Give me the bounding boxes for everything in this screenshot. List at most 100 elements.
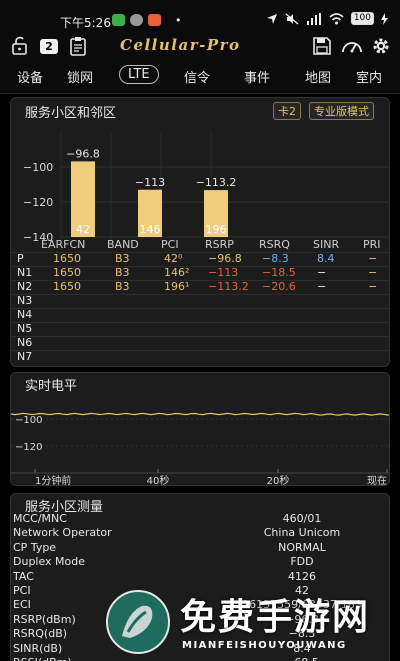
cell-label: N5	[17, 322, 33, 335]
cell-band: B3	[115, 252, 130, 265]
sim-slot-badge[interactable]: 2	[40, 39, 58, 54]
cell-pci: 196¹	[164, 280, 190, 293]
measurement-row: MCC/MNC 460/01	[11, 512, 389, 526]
column-header: RSRQ	[259, 238, 290, 251]
watermark-emblem-icon	[122, 605, 153, 638]
measurement-key: TAC	[13, 569, 34, 583]
status-right: 100	[266, 12, 388, 25]
cell-sinr: 8.4	[317, 252, 335, 265]
tab-map[interactable]: 地图	[305, 67, 331, 86]
column-header: SINR	[313, 238, 340, 251]
row-divider	[11, 308, 389, 309]
table-row[interactable]: P 1650 B3 42⁰ −96.8 −8.3 8.4 −	[11, 252, 389, 266]
tab-network-lock[interactable]: 锁网	[67, 67, 93, 86]
table-row[interactable]: N3	[11, 294, 389, 308]
app-notification-icon	[112, 14, 125, 26]
tab-events[interactable]: 事件	[244, 67, 270, 86]
table-row[interactable]: N6	[11, 336, 389, 350]
column-header: PRI	[363, 238, 381, 251]
measurement-key: RSSI(dBm)	[13, 656, 72, 661]
table-row[interactable]: N2 1650 B3 196¹ −113.2 −20.6 − −	[11, 280, 389, 294]
app-notification-icon-2	[148, 14, 161, 26]
sim-card-tag[interactable]: 卡2	[273, 102, 301, 120]
wifi-icon	[329, 12, 344, 24]
y-tick-label: −120	[23, 196, 53, 209]
rt-x-tick: 20秒	[267, 474, 290, 486]
cell-band: B3	[115, 266, 130, 279]
table-row[interactable]: N7	[11, 350, 389, 364]
column-header: RSRP	[205, 238, 234, 251]
pro-mode-tag[interactable]: 专业版模式	[309, 102, 374, 120]
tab-indoor[interactable]: 室内	[356, 67, 382, 86]
cell-pci: 146²	[164, 266, 190, 279]
cell-earfcn: 1650	[53, 266, 81, 279]
gear-icon[interactable]	[371, 36, 391, 56]
measurement-value: 460/01	[282, 512, 322, 525]
battery-indicator: 100	[350, 12, 374, 25]
bar-category-label: 42	[76, 223, 90, 236]
tab-bar: 设备 锁网 LTE 信令 事件 地图 室内	[0, 58, 400, 94]
message-icon	[130, 14, 143, 26]
measurement-key: RSRQ(dB)	[13, 627, 68, 641]
table-row[interactable]: N4	[11, 308, 389, 322]
save-icon[interactable]	[312, 36, 332, 56]
cell-label: N4	[17, 308, 33, 321]
bar-category-label: 196	[206, 223, 227, 236]
measurement-key: SINR(dB)	[13, 641, 63, 655]
rt-signal-line	[11, 412, 389, 416]
cell-pci: 42⁰	[164, 252, 183, 265]
serving-panel-title: 服务小区和邻区	[25, 106, 117, 121]
measurement-value: 4126	[288, 569, 316, 583]
cell-label: P	[17, 252, 24, 265]
signal-icon	[306, 12, 321, 25]
speedometer-icon[interactable]	[340, 36, 364, 56]
unlock-icon[interactable]	[10, 36, 30, 56]
bar-value-label: −113.2	[196, 176, 237, 189]
row-divider	[11, 322, 389, 323]
rt-x-tick: 40秒	[147, 474, 170, 486]
cell-pri: −	[368, 280, 378, 293]
measurement-key: CP Type	[13, 540, 57, 554]
bar-category-label: 146	[140, 223, 161, 236]
tab-signaling[interactable]: 信令	[184, 67, 210, 86]
measurement-key: RSRP(dBm)	[13, 612, 76, 626]
location-icon	[266, 13, 277, 24]
cell-rsrp: −96.8	[208, 252, 242, 265]
rt-x-tick: 现在	[367, 475, 387, 486]
measurement-row: Network Operator China Unicom	[11, 526, 389, 540]
row-divider	[11, 336, 389, 337]
rt-y-tick: −120	[15, 442, 42, 453]
measurement-key: Network Operator	[13, 526, 112, 540]
cell-table-header: EARFCN BAND PCI RSRP RSRQ SINR PRI	[11, 238, 389, 252]
cell-label: N3	[17, 294, 33, 307]
y-tick-label: −100	[23, 161, 53, 174]
cell-label: N7	[17, 350, 33, 363]
measurement-key: ECI	[13, 598, 31, 612]
watermark-logo	[106, 590, 170, 654]
measurement-key: PCI	[13, 584, 31, 597]
measurement-value: NORMAL	[278, 540, 326, 554]
cell-sinr: −	[317, 280, 327, 293]
table-row[interactable]: N1 1650 B3 146² −113 −18.5 − −	[11, 266, 389, 280]
cell-label: N6	[17, 336, 33, 349]
status-bar: 下午5:26 • 100	[0, 0, 400, 34]
watermark-text: 免费手游网	[180, 597, 371, 638]
table-row[interactable]: N5	[11, 322, 389, 336]
measurement-row: Duplex Mode FDD	[11, 555, 389, 569]
cell-earfcn: 1650	[53, 252, 81, 265]
toolbar: 2 Cellular-Pro	[0, 34, 400, 58]
cell-earfcn: 1650	[53, 280, 81, 293]
clipboard-icon[interactable]	[68, 36, 88, 56]
cell-rsrq: −8.3	[262, 252, 289, 265]
tab-lte[interactable]: LTE	[119, 65, 159, 84]
realtime-panel-title: 实时电平	[25, 379, 78, 394]
cell-sinr: −	[317, 266, 327, 279]
status-time: 下午5:26	[60, 16, 111, 30]
cell-label: N1	[17, 266, 33, 279]
app-logo: Cellular-Pro	[120, 36, 241, 54]
column-header: EARFCN	[41, 238, 86, 251]
realtime-level-panel: 实时电平 −100 −120 1分钟前 40秒 20秒 现在	[10, 372, 390, 486]
tab-device[interactable]: 设备	[17, 67, 43, 86]
cell-rsrp: −113	[208, 266, 239, 279]
measurement-key: Duplex Mode	[13, 555, 86, 569]
